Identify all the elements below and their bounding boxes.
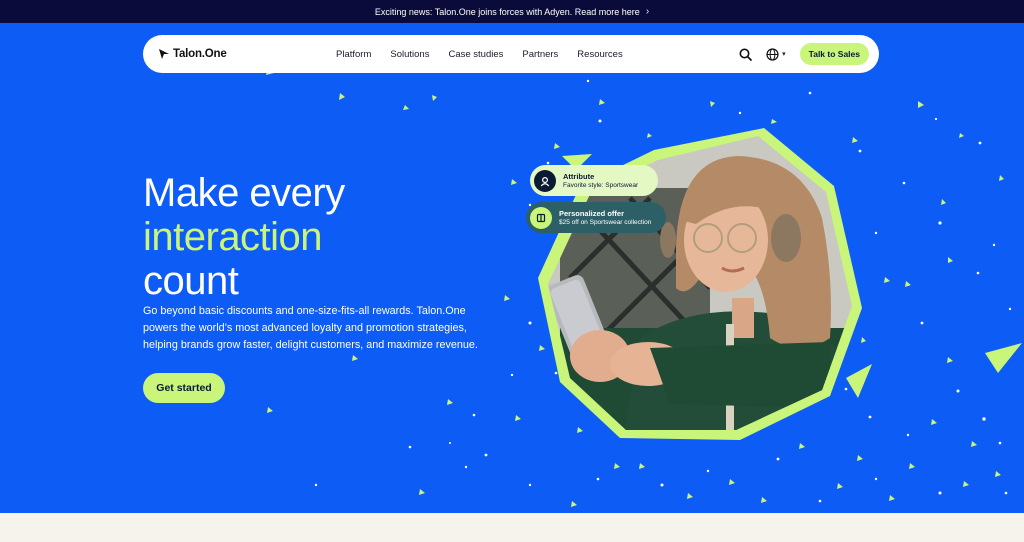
offer-card-title: Personalized offer [559,208,625,218]
nav-item-partners[interactable]: Partners [522,49,558,60]
attribute-card-title: Attribute [563,171,595,181]
hero-section: Talon.One Platform Solutions Case studie… [0,23,1024,513]
attribute-card-desc: Favorite style: Sportswear [563,181,639,189]
hero-subtitle: Go beyond basic discounts and one-size-f… [143,305,478,351]
chevron-right-icon: › [645,6,650,17]
attribute-card: Attribute Favorite style: Sportswear [530,165,658,196]
search-icon[interactable] [739,48,752,61]
language-selector[interactable]: ▾ [766,47,786,61]
hero-title: Make every interaction count [143,171,345,303]
logo-mark-icon [159,49,169,59]
hero-visual: Attribute Favorite style: Sportswear Per… [500,128,880,458]
offer-card-desc: $25 off on Sportswear collection [559,218,652,226]
announcement-text[interactable]: Exciting news: Talon.One joins forces wi… [375,7,640,17]
logo-text: Talon.One [173,48,227,60]
offer-icon [530,206,552,229]
globe-icon [766,47,779,61]
nav-item-solutions[interactable]: Solutions [390,49,429,60]
talk-to-sales-button[interactable]: Talk to Sales [799,43,869,65]
hero-title-line1: Make every [143,171,345,215]
nav-actions: ▾ Talk to Sales [739,43,869,65]
get-started-button[interactable]: Get started [143,373,225,403]
hero-title-highlight: interaction [143,215,323,259]
chevron-down-icon: ▾ [782,51,786,58]
main-navigation: Talon.One Platform Solutions Case studie… [143,35,879,73]
talon-one-logo[interactable]: Talon.One [159,48,227,60]
personalized-offer-card: Personalized offer $25 off on Sportswear… [526,202,666,233]
hero-title-line3: count [143,259,239,303]
nav-item-platform[interactable]: Platform [336,49,371,60]
nav-item-resources[interactable]: Resources [577,49,622,60]
attribute-icon [534,169,556,192]
nav-menu: Platform Solutions Case studies Partners… [336,35,623,73]
announcement-bar[interactable]: Exciting news: Talon.One joins forces wi… [0,0,1024,23]
nav-item-case-studies[interactable]: Case studies [448,49,503,60]
